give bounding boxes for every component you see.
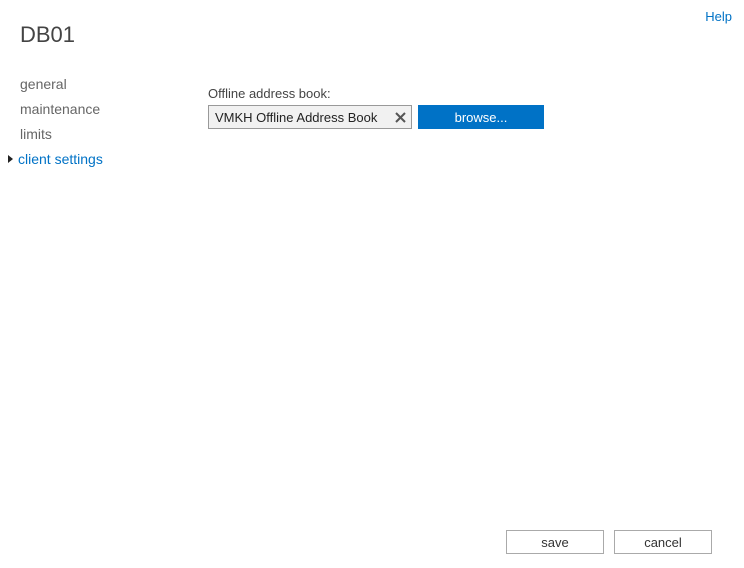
help-link[interactable]: Help [705, 9, 732, 24]
sidebar-item-maintenance[interactable]: maintenance [20, 97, 180, 121]
page-title: DB01 [20, 22, 75, 48]
footer: save cancel [506, 530, 712, 554]
offline-address-book-input-wrap [208, 105, 412, 129]
browse-button[interactable]: browse... [418, 105, 544, 129]
sidebar-item-label: general [20, 76, 67, 92]
sidebar-item-client-settings[interactable]: client settings [8, 147, 180, 171]
offline-address-book-input[interactable] [209, 106, 411, 128]
close-icon-svg [394, 111, 407, 124]
sidebar-item-limits[interactable]: limits [20, 122, 180, 146]
offline-address-book-row: browse... [208, 105, 708, 129]
offline-address-book-label: Offline address book: [208, 86, 708, 101]
close-icon[interactable] [391, 108, 409, 126]
sidebar-item-label: maintenance [20, 101, 100, 117]
sidebar-item-label: client settings [18, 151, 103, 167]
content-panel: Offline address book: browse... [208, 86, 708, 129]
cancel-button[interactable]: cancel [614, 530, 712, 554]
sidebar: general maintenance limits client settin… [20, 72, 180, 172]
sidebar-item-general[interactable]: general [20, 72, 180, 96]
sidebar-item-label: limits [20, 126, 52, 142]
save-button[interactable]: save [506, 530, 604, 554]
arrow-right-icon [8, 155, 13, 163]
